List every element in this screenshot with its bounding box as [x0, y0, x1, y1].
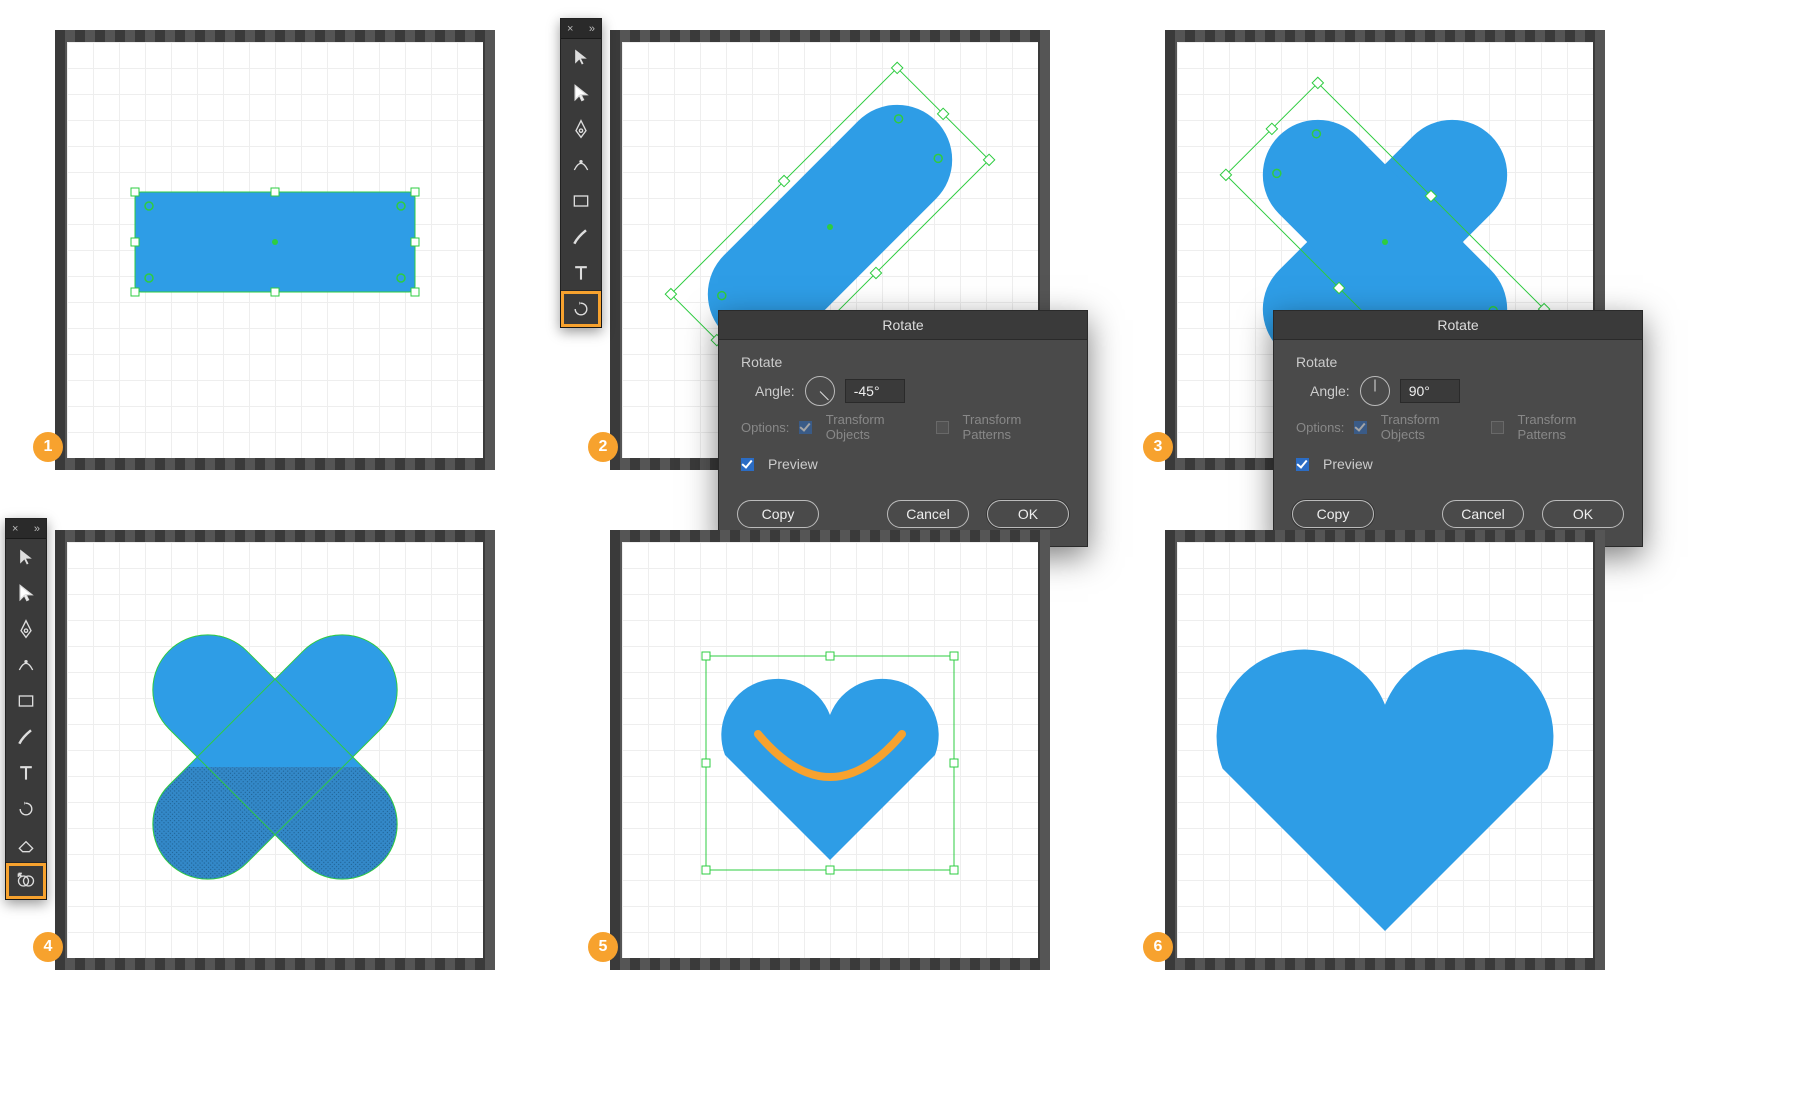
panel-close-icon[interactable]: ×	[12, 523, 18, 535]
angle-label: Angle:	[755, 383, 795, 399]
tools-panel[interactable]: × »	[5, 518, 47, 900]
selection-tool-icon[interactable]	[6, 539, 46, 575]
rectangle-tool-icon[interactable]	[6, 683, 46, 719]
brush-tool-icon[interactable]	[561, 219, 601, 255]
step-badge: 2	[588, 432, 618, 462]
step-3: Rotate Rotate Angle: 90° Options: Transf…	[1165, 30, 1605, 470]
preview-checkbox[interactable]	[741, 458, 754, 471]
preview-label: Preview	[768, 456, 818, 472]
copy-button[interactable]: Copy	[737, 500, 819, 528]
cancel-button[interactable]: Cancel	[887, 500, 969, 528]
cancel-button[interactable]: Cancel	[1442, 500, 1524, 528]
step-6: 6	[1165, 530, 1605, 970]
step-1: 1	[55, 30, 495, 470]
step-badge: 4	[33, 932, 63, 962]
step-badge: 6	[1143, 932, 1173, 962]
transform-patterns-checkbox	[1491, 421, 1503, 434]
pen-tool-icon[interactable]	[561, 111, 601, 147]
transform-objects-checkbox	[1354, 421, 1366, 434]
artboard[interactable]	[55, 530, 495, 970]
eraser-tool-icon[interactable]	[6, 827, 46, 863]
rotate-dialog[interactable]: Rotate Rotate Angle: -45° Options: Trans…	[718, 310, 1088, 547]
curvature-tool-icon[interactable]	[561, 147, 601, 183]
step-4: × » 4	[55, 530, 495, 970]
panel-close-icon[interactable]: ×	[567, 23, 573, 35]
brush-tool-icon[interactable]	[6, 719, 46, 755]
pen-tool-icon[interactable]	[6, 611, 46, 647]
step-badge: 3	[1143, 432, 1173, 462]
rotate-tool-icon[interactable]	[6, 791, 46, 827]
ok-button[interactable]: OK	[987, 500, 1069, 528]
transform-patterns-label: Transform Patterns	[1518, 412, 1622, 442]
panel-collapse-icon[interactable]: »	[34, 523, 40, 535]
step-badge: 1	[33, 432, 63, 462]
transform-objects-label: Transform Objects	[1381, 412, 1481, 442]
angle-input[interactable]: 90°	[1400, 379, 1460, 403]
artboard[interactable]	[55, 30, 495, 470]
ok-button[interactable]: OK	[1542, 500, 1624, 528]
type-tool-icon[interactable]	[561, 255, 601, 291]
rounded-rect-shape[interactable]	[67, 42, 483, 458]
dialog-section-label: Rotate	[1296, 354, 1622, 370]
dialog-title: Rotate	[719, 311, 1087, 340]
panel-collapse-icon[interactable]: »	[589, 23, 595, 35]
transform-patterns-label: Transform Patterns	[963, 412, 1067, 442]
rectangle-tool-icon[interactable]	[561, 183, 601, 219]
preview-label: Preview	[1323, 456, 1373, 472]
options-label: Options:	[741, 420, 789, 435]
step-badge: 5	[588, 932, 618, 962]
artboard[interactable]	[1165, 530, 1605, 970]
preview-checkbox[interactable]	[1296, 458, 1309, 471]
options-label: Options:	[1296, 420, 1344, 435]
angle-dial-icon[interactable]	[1360, 376, 1390, 406]
artboard[interactable]	[610, 530, 1050, 970]
transform-objects-label: Transform Objects	[826, 412, 926, 442]
tools-panel[interactable]: × »	[560, 18, 602, 328]
step-2: × » Rotate Rotate Angle: -45° Options: T…	[610, 30, 1050, 470]
transform-patterns-checkbox	[936, 421, 948, 434]
heart-final	[1177, 542, 1593, 958]
angle-dial-icon[interactable]	[805, 376, 835, 406]
copy-button[interactable]: Copy	[1292, 500, 1374, 528]
curvature-tool-icon[interactable]	[6, 647, 46, 683]
direct-selection-tool-icon[interactable]	[561, 75, 601, 111]
shape-builder-tool-icon[interactable]	[6, 863, 46, 899]
heart-selected[interactable]	[622, 542, 1038, 958]
shape-build-preview[interactable]	[67, 542, 483, 958]
dialog-section-label: Rotate	[741, 354, 1067, 370]
step-5: 5	[610, 530, 1050, 970]
dialog-title: Rotate	[1274, 311, 1642, 340]
selection-tool-icon[interactable]	[561, 39, 601, 75]
direct-selection-tool-icon[interactable]	[6, 575, 46, 611]
angle-input[interactable]: -45°	[845, 379, 905, 403]
transform-objects-checkbox	[799, 421, 811, 434]
type-tool-icon[interactable]	[6, 755, 46, 791]
rotate-tool-icon[interactable]	[561, 291, 601, 327]
angle-label: Angle:	[1310, 383, 1350, 399]
rotate-dialog[interactable]: Rotate Rotate Angle: 90° Options: Transf…	[1273, 310, 1643, 547]
